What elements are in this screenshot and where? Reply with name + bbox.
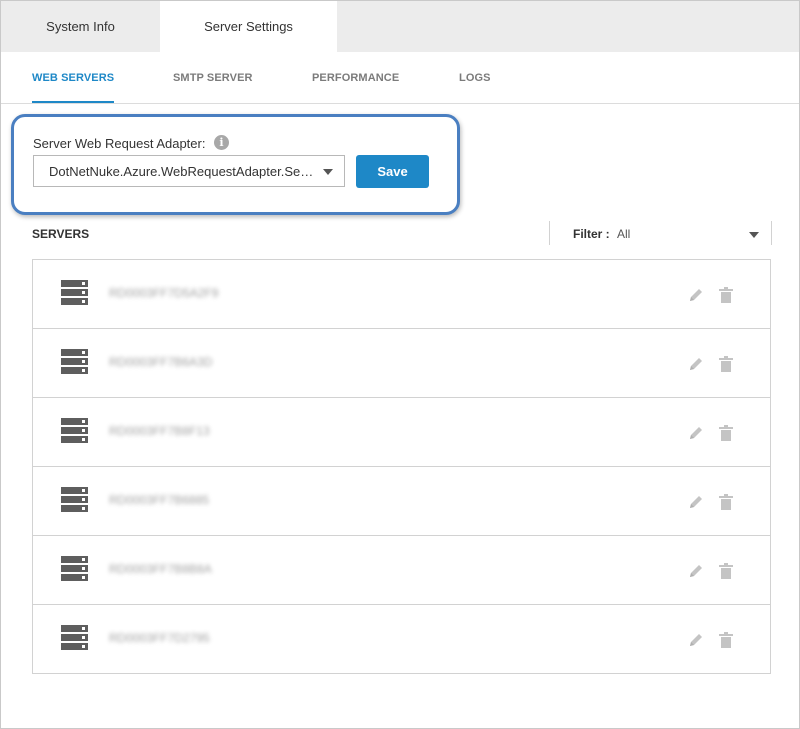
servers-heading: SERVERS	[32, 227, 90, 241]
web-request-adapter-section: Server Web Request Adapter: i DotNetNuke…	[11, 114, 460, 215]
trash-icon[interactable]	[717, 631, 735, 649]
filter-dropdown[interactable]: Filter : All	[549, 221, 772, 245]
server-row: RD0003FF7B6885	[33, 467, 770, 536]
chevron-down-icon	[323, 169, 333, 175]
server-row: RD0003FF7B8B8A	[33, 536, 770, 605]
server-row: RD0003FF7D2795	[33, 605, 770, 673]
server-name: RD0003FF7D2795	[109, 631, 210, 645]
filter-label: Filter :	[573, 227, 610, 241]
server-row: RD0003FF7D5A2F9	[33, 260, 770, 329]
pencil-icon[interactable]	[687, 493, 705, 511]
server-row: RD0003FF7B8F13	[33, 398, 770, 467]
server-icon	[61, 556, 88, 583]
tab-server-settings-label: Server Settings	[204, 19, 293, 34]
save-button[interactable]: Save	[356, 155, 429, 188]
tab-performance-label: PERFORMANCE	[312, 71, 400, 84]
tab-logs[interactable]: LOGS	[459, 52, 491, 103]
server-name: RD0003FF7B6A3D	[109, 355, 213, 369]
server-icon	[61, 280, 88, 307]
filter-value: All	[617, 227, 631, 241]
tab-server-settings[interactable]: Server Settings	[160, 1, 337, 52]
adapter-dropdown-value: DotNetNuke.Azure.WebRequestAdapter.Ser..…	[49, 164, 314, 179]
server-list: RD0003FF7D5A2F9 RD0003FF7B6A3D RD0003FF7…	[32, 259, 771, 674]
server-icon	[61, 418, 88, 445]
server-icon	[61, 487, 88, 514]
trash-icon[interactable]	[717, 562, 735, 580]
server-name: RD0003FF7D5A2F9	[109, 286, 219, 300]
tab-smtp-server[interactable]: SMTP SERVER	[173, 52, 253, 103]
server-name: RD0003FF7B6885	[109, 493, 210, 507]
server-name: RD0003FF7B8F13	[109, 424, 210, 438]
server-icon	[61, 625, 88, 652]
tab-system-info-label: System Info	[46, 19, 115, 34]
sub-tab-bar: WEB SERVERS SMTP SERVER PERFORMANCE LOGS	[1, 52, 799, 104]
server-settings-panel: System Info Server Settings WEB SERVERS …	[0, 0, 800, 729]
chevron-down-icon	[749, 232, 759, 238]
server-row: RD0003FF7B6A3D	[33, 329, 770, 398]
pencil-icon[interactable]	[687, 562, 705, 580]
pencil-icon[interactable]	[687, 424, 705, 442]
trash-icon[interactable]	[717, 286, 735, 304]
adapter-label: Server Web Request Adapter:	[33, 136, 206, 151]
adapter-dropdown[interactable]: DotNetNuke.Azure.WebRequestAdapter.Ser..…	[33, 155, 345, 187]
info-circle-icon[interactable]: i	[214, 135, 229, 150]
top-tab-bar: System Info Server Settings	[1, 1, 799, 52]
pencil-icon[interactable]	[687, 355, 705, 373]
pencil-icon[interactable]	[687, 286, 705, 304]
pencil-icon[interactable]	[687, 631, 705, 649]
tab-logs-label: LOGS	[459, 71, 491, 84]
tab-smtp-server-label: SMTP SERVER	[173, 71, 253, 84]
tab-system-info[interactable]: System Info	[1, 1, 160, 52]
tab-web-servers-label: WEB SERVERS	[32, 71, 115, 84]
trash-icon[interactable]	[717, 424, 735, 442]
server-name: RD0003FF7B8B8A	[109, 562, 212, 576]
trash-icon[interactable]	[717, 493, 735, 511]
server-icon	[61, 349, 88, 376]
tab-web-servers[interactable]: WEB SERVERS	[32, 52, 115, 103]
tab-performance[interactable]: PERFORMANCE	[312, 52, 399, 103]
trash-icon[interactable]	[717, 355, 735, 373]
